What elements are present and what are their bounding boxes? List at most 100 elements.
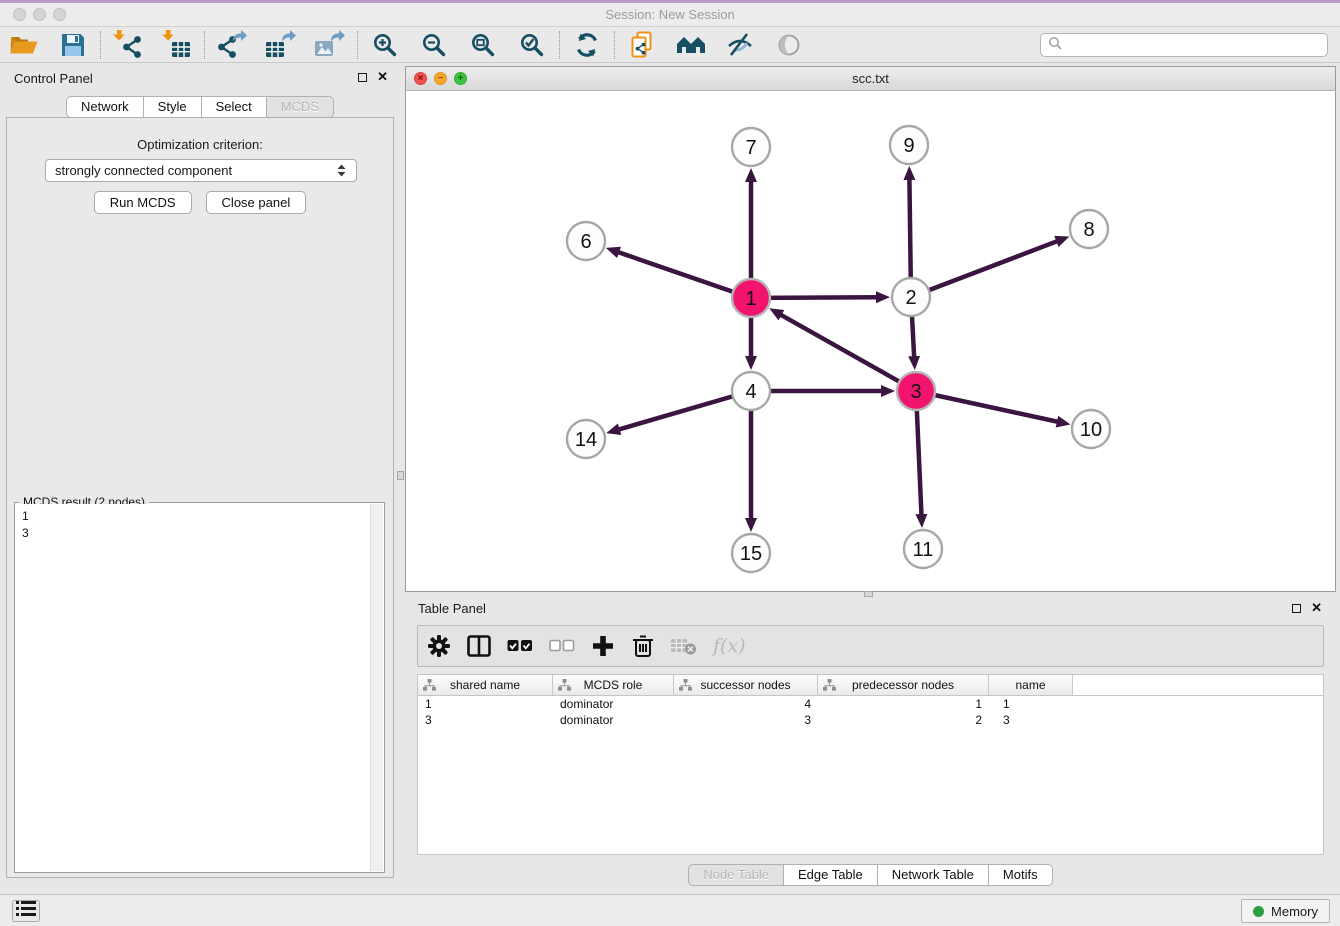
table-body: 1dominator4113dominator323 (418, 696, 1323, 728)
table-panel: Table Panel ✕ f(x) shared nameMCDS roles… (405, 597, 1336, 894)
table-settings-icon[interactable] (427, 631, 451, 661)
table-cell: dominator (553, 712, 674, 728)
zoom-out-icon[interactable] (418, 29, 450, 61)
table-header-row: shared nameMCDS rolesuccessor nodesprede… (418, 675, 1323, 696)
vertical-splitter-handle[interactable] (397, 471, 404, 480)
edge-3-10[interactable] (916, 391, 1059, 422)
toolbar-separator (204, 31, 205, 59)
toolbar-separator (614, 31, 615, 59)
column-header-mcds-role[interactable]: MCDS role (553, 675, 674, 695)
optimization-select[interactable]: strongly connected component (45, 159, 357, 182)
graph-node-4[interactable]: 4 (732, 372, 770, 410)
graph-node-15[interactable]: 15 (732, 534, 770, 572)
zoom-in-icon[interactable] (369, 29, 401, 61)
graph-node-14[interactable]: 14 (567, 420, 605, 458)
graph-node-8[interactable]: 8 (1070, 210, 1108, 248)
table-tab-network-table[interactable]: Network Table (878, 864, 989, 886)
svg-text:9: 9 (903, 135, 914, 157)
toggle-column-display-icon[interactable] (467, 631, 491, 661)
tab-network[interactable]: Network (66, 96, 144, 118)
graph-node-1[interactable]: 1 (732, 279, 770, 317)
search-box (1040, 33, 1328, 57)
first-neighbors-icon[interactable] (675, 29, 707, 61)
svg-text:1: 1 (745, 288, 756, 310)
edge-3-1[interactable] (780, 314, 916, 391)
open-session-icon[interactable] (8, 29, 40, 61)
column-header-successor-nodes[interactable]: successor nodes (674, 675, 818, 695)
automation-panel-button[interactable] (12, 900, 40, 922)
memory-status-icon (1253, 906, 1264, 917)
delete-table-icon (671, 631, 697, 661)
close-panel-button[interactable]: Close panel (206, 191, 307, 214)
svg-text:2: 2 (905, 287, 916, 309)
import-network-icon[interactable] (112, 29, 144, 61)
network-graph: 7 9 6 8 1 2 4 3 14 10 15 11 (406, 91, 1335, 591)
new-network-from-selection-icon[interactable] (626, 29, 658, 61)
mcds-result-box: MCDS result (2 nodes) 13 (14, 502, 385, 873)
result-scrollbar[interactable] (370, 504, 383, 871)
graph-node-11[interactable]: 11 (904, 530, 942, 568)
control-panel-tabs: NetworkStyleSelectMCDS (0, 96, 400, 118)
create-column-icon[interactable] (591, 631, 615, 661)
column-header-shared-name[interactable]: shared name (418, 675, 553, 695)
table-panel-close-icon[interactable]: ✕ (1311, 603, 1322, 613)
table-cell: 3 (418, 712, 553, 728)
table-row[interactable]: 3dominator323 (418, 712, 1323, 728)
table-tab-edge-table[interactable]: Edge Table (784, 864, 878, 886)
delete-columns-icon[interactable] (631, 631, 655, 661)
table-cell: 4 (674, 696, 818, 712)
export-table-icon[interactable] (265, 29, 297, 61)
table-row[interactable]: 1dominator411 (418, 696, 1323, 712)
table-tab-node-table[interactable]: Node Table (688, 864, 784, 886)
tab-style[interactable]: Style (144, 96, 202, 118)
optimization-select-value: strongly connected component (55, 163, 232, 178)
graph-node-3[interactable]: 3 (897, 372, 935, 410)
save-session-icon[interactable] (57, 29, 89, 61)
edge-1-6[interactable] (617, 252, 751, 298)
memory-button[interactable]: Memory (1241, 899, 1330, 923)
toolbar-separator (100, 31, 101, 59)
zoom-selected-icon[interactable] (516, 29, 548, 61)
network-window-titlebar[interactable]: × − + scc.txt (406, 67, 1335, 91)
control-panel-float-icon[interactable] (358, 73, 367, 82)
table-cell: 3 (674, 712, 818, 728)
main-area: Control Panel ✕ NetworkStyleSelectMCDS O… (0, 63, 1340, 894)
control-panel-close-icon[interactable]: ✕ (377, 72, 388, 82)
table-panel-title: Table Panel (418, 601, 486, 616)
birds-eye-view-icon (773, 29, 805, 61)
status-bar: Memory (0, 894, 1340, 926)
search-input[interactable] (1066, 38, 1320, 53)
table-tab-motifs[interactable]: Motifs (989, 864, 1053, 886)
tab-mcds[interactable]: MCDS (267, 96, 334, 118)
apply-layout-icon[interactable] (571, 29, 603, 61)
import-table-icon[interactable] (161, 29, 193, 61)
svg-text:10: 10 (1080, 419, 1102, 441)
graph-node-6[interactable]: 6 (567, 222, 605, 260)
graph-node-2[interactable]: 2 (892, 278, 930, 316)
list-icon (16, 900, 36, 922)
select-all-rows-icon[interactable] (507, 631, 533, 661)
network-canvas[interactable]: 7 9 6 8 1 2 4 3 14 10 15 11 (406, 91, 1335, 591)
column-header-name[interactable]: name (989, 675, 1073, 695)
zoom-fit-icon[interactable] (467, 29, 499, 61)
main-toolbar (0, 27, 1340, 63)
graph-node-7[interactable]: 7 (732, 128, 770, 166)
edge-4-14[interactable] (618, 391, 751, 430)
table-toolbar: f(x) (417, 625, 1324, 667)
edge-2-8[interactable] (911, 241, 1058, 297)
mcds-result-line: 1 (22, 508, 377, 525)
toolbar-separator (559, 31, 560, 59)
column-header-predecessor-nodes[interactable]: predecessor nodes (818, 675, 989, 695)
tab-select[interactable]: Select (202, 96, 267, 118)
deselect-all-rows-icon[interactable] (549, 631, 575, 661)
table-panel-float-icon[interactable] (1292, 604, 1301, 613)
export-network-icon[interactable] (216, 29, 248, 61)
export-image-icon[interactable] (314, 29, 346, 61)
show-graphics-details-icon[interactable] (724, 29, 756, 61)
graph-node-10[interactable]: 10 (1072, 410, 1110, 448)
mcds-panel: Optimization criterion: strongly connect… (6, 117, 394, 878)
run-mcds-button[interactable]: Run MCDS (94, 191, 192, 214)
toolbar-separator (357, 31, 358, 59)
search-icon (1048, 36, 1062, 55)
graph-node-9[interactable]: 9 (890, 126, 928, 164)
